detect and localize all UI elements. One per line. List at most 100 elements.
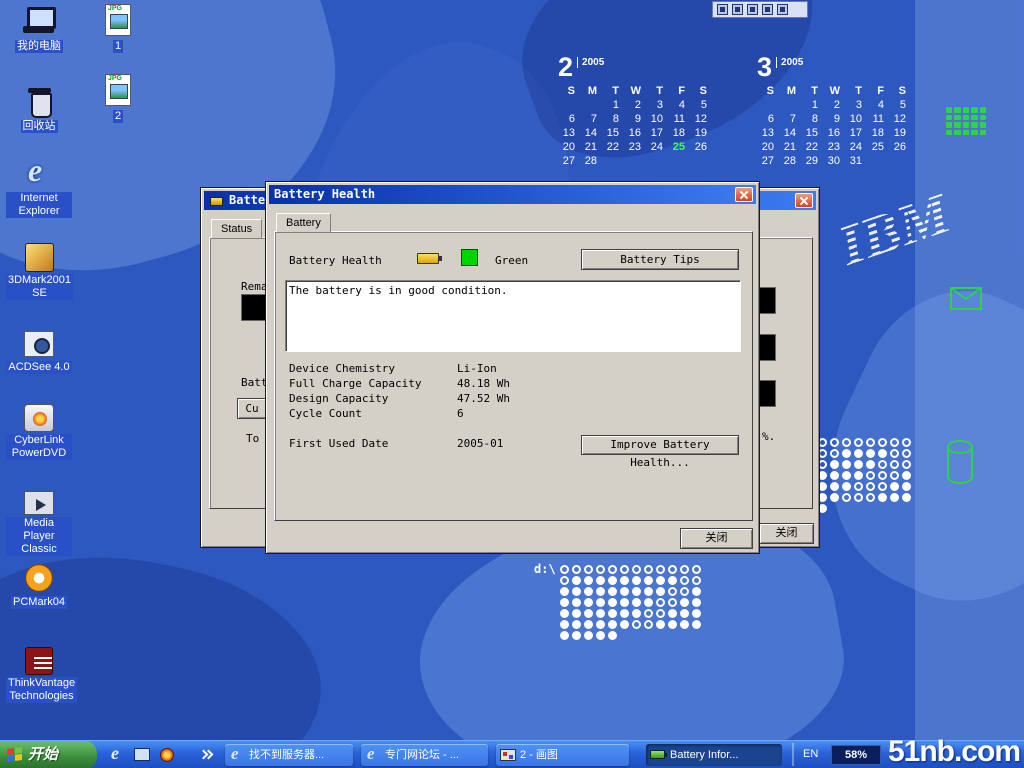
calendar-date: 1: [602, 98, 624, 112]
mic-icon[interactable]: [732, 4, 743, 15]
calendar-day-header: F: [867, 84, 889, 98]
calendar-date: 27: [757, 154, 779, 168]
display-icon[interactable]: [747, 4, 758, 15]
first-used-value: 2005-01: [457, 437, 503, 450]
calendar-date: 24: [845, 140, 867, 154]
close-dialog-button[interactable]: 关闭: [680, 528, 753, 549]
desktop-icon-label: 3DMark2001 SE: [6, 274, 73, 300]
desktop-file-1[interactable]: JPG 1: [96, 4, 140, 54]
calendar-date: 8: [602, 112, 624, 126]
desktop-icon-3dmark2001[interactable]: 3DMark2001 SE: [6, 241, 72, 301]
detail-label: Device Chemistry: [289, 362, 395, 375]
file-name-label: 2: [113, 110, 123, 123]
calendar-date: 22: [602, 140, 624, 154]
detail-label: Full Charge Capacity: [289, 377, 421, 390]
drive-label: d:\: [534, 562, 556, 576]
task-label: Battery Infor...: [670, 749, 738, 761]
calendar-date: 21: [779, 140, 801, 154]
calendar-date: 29: [801, 154, 823, 168]
calendar-date: 27: [558, 154, 580, 168]
calendar-day-header: M: [779, 84, 801, 98]
desktop-icon-pcmark04[interactable]: PCMark04: [6, 562, 72, 610]
improve-battery-health-button[interactable]: Improve Battery Health...: [581, 435, 739, 455]
calendar-date: 30: [823, 154, 845, 168]
battery-percent-indicator[interactable]: 58%: [831, 745, 881, 765]
acdsee-icon: [24, 331, 54, 357]
calendar-date: 5: [690, 98, 712, 112]
calendar-date: 21: [580, 140, 602, 154]
quicklaunch-media-icon[interactable]: [160, 748, 174, 762]
cylinder-icon: [946, 440, 974, 484]
keyboard-icon[interactable]: [762, 4, 773, 15]
calendar-date: 14: [779, 126, 801, 140]
calendar-date: 3: [845, 98, 867, 112]
desktop-icon-acdsee[interactable]: ACDSee 4.0: [6, 328, 72, 375]
desktop-icon-label: CyberLink PowerDVD: [6, 434, 72, 460]
file-type-label: JPG: [108, 5, 122, 12]
quicklaunch-ie-icon[interactable]: [108, 746, 126, 764]
desktop-icon-recycle-bin[interactable]: 回收站: [6, 84, 72, 134]
quicklaunch-show-desktop-icon[interactable]: [134, 748, 150, 761]
wallpaper-dot-grid: [816, 437, 914, 514]
calendar-date: 17: [646, 126, 668, 140]
desktop-icon-my-computer[interactable]: 我的电脑: [6, 4, 72, 54]
window-title: Batte: [229, 193, 265, 207]
close-window-button[interactable]: 关闭: [759, 523, 814, 544]
condition-text: The battery is in good condition.: [289, 284, 508, 297]
calendar-date: 3: [646, 98, 668, 112]
calendar-date: 25: [668, 140, 690, 154]
volume-icon[interactable]: [717, 4, 728, 15]
close-button[interactable]: [795, 193, 813, 208]
desktop-icon-label: ThinkVantage Technologies: [6, 677, 77, 703]
my-computer-icon: [22, 4, 56, 36]
notes-icon[interactable]: [777, 4, 788, 15]
percent-label: %.: [762, 430, 775, 443]
detail-value: Li-Ion: [457, 362, 497, 375]
calendar-date: [646, 154, 668, 168]
desktop-icon-label: 回收站: [21, 120, 58, 133]
desktop-file-2[interactable]: JPG 2: [96, 74, 140, 124]
battery-gauge-image: [241, 294, 266, 321]
calendar-date: [867, 154, 889, 168]
calendar-day-header: T: [602, 84, 624, 98]
desktop-icon-thinkvantage[interactable]: ThinkVantage Technologies: [6, 645, 72, 704]
calendar-date: 9: [624, 112, 646, 126]
media-player-classic-icon: [24, 491, 54, 515]
desktop-icon-powerdvd[interactable]: CyberLink PowerDVD: [6, 402, 72, 461]
battery-icon: [417, 253, 439, 264]
calendar-day-header: T: [646, 84, 668, 98]
close-icon: [796, 194, 812, 207]
taskbar-task-paint[interactable]: 2 - 画图: [496, 744, 629, 766]
detail-value: 6: [457, 407, 464, 420]
quicklaunch-overflow-chevron-icon[interactable]: [200, 750, 212, 760]
taskbar-task-battery-information[interactable]: Battery Infor...: [646, 744, 782, 766]
calendar-date: 28: [779, 154, 801, 168]
calendar-date: 25: [867, 140, 889, 154]
desktop-icon-label: Media Player Classic: [6, 517, 72, 556]
language-indicator[interactable]: EN: [803, 748, 818, 760]
battery-health-dialog: Battery Health Battery Battery Health Gr…: [265, 181, 760, 554]
calendar-date: 12: [889, 112, 911, 126]
condition-textbox[interactable]: The battery is in good condition.: [285, 280, 741, 352]
calendar-february: 22005SMTWTFS1234567891011121314151617181…: [558, 54, 718, 168]
desktop-icon-label: PCMark04: [11, 596, 67, 609]
desktop-icon-internet-explorer[interactable]: Internet Explorer: [6, 158, 72, 219]
calendar-day-header: T: [845, 84, 867, 98]
recycle-bin-icon: [22, 84, 56, 116]
dialog-titlebar[interactable]: Battery Health: [269, 185, 756, 204]
calendar-day-header: T: [801, 84, 823, 98]
top-toolbar: [712, 1, 808, 18]
calendar-date: [889, 154, 911, 168]
start-button[interactable]: 开始: [0, 741, 97, 768]
taskbar-task-server[interactable]: 找不到服务器...: [225, 744, 353, 766]
tab-battery[interactable]: Battery: [276, 213, 331, 232]
desktop-icon-label: 我的电脑: [15, 40, 63, 53]
calendar-date: 8: [801, 112, 823, 126]
taskbar-task-forum[interactable]: 专门网论坛 - ...: [361, 744, 488, 766]
file-type-label: JPG: [108, 75, 122, 82]
current-button[interactable]: Cu: [237, 398, 267, 419]
battery-tips-button[interactable]: Battery Tips: [581, 249, 739, 270]
tab-status[interactable]: Status: [211, 219, 262, 238]
desktop-icon-media-player-classic[interactable]: Media Player Classic: [6, 487, 72, 557]
close-button[interactable]: [735, 187, 753, 202]
